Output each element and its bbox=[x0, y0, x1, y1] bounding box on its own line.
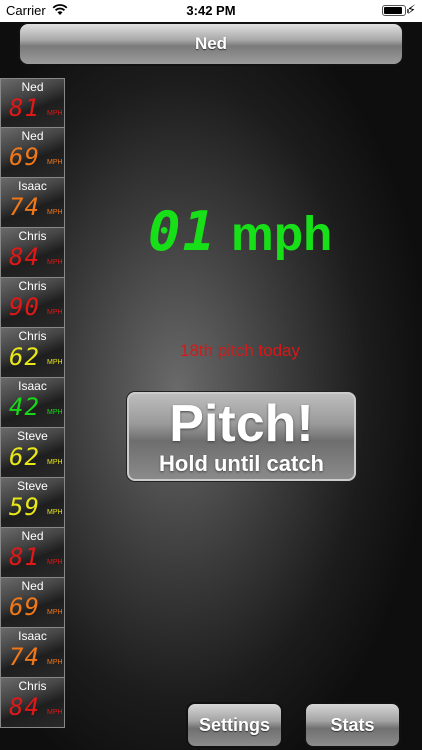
speed-value: 01 bbox=[148, 200, 218, 263]
history-item-unit: MPH bbox=[47, 659, 63, 666]
history-item-name: Ned bbox=[21, 129, 44, 143]
pitch-button-label: Pitch! bbox=[169, 395, 314, 453]
history-item-speed: 81 bbox=[9, 94, 40, 122]
history-item[interactable]: Chris 90 MPH bbox=[0, 278, 65, 328]
history-item-name: Chris bbox=[18, 279, 47, 293]
history-item[interactable]: Ned 69 MPH bbox=[0, 128, 65, 178]
pitch-button[interactable]: Pitch! Hold until catch bbox=[127, 392, 356, 481]
speed-readout: 01 mph bbox=[148, 200, 332, 270]
history-item-unit: MPH bbox=[47, 709, 63, 716]
history-item-unit: MPH bbox=[47, 459, 63, 466]
history-item-speed: 69 bbox=[9, 593, 40, 621]
history-item-unit: MPH bbox=[47, 209, 63, 216]
history-item[interactable]: Chris 62 MPH bbox=[0, 328, 65, 378]
history-item-name: Steve bbox=[17, 429, 48, 443]
history-item[interactable]: Isaac 74 MPH bbox=[0, 628, 65, 678]
history-item[interactable]: Ned 81 MPH bbox=[0, 78, 65, 128]
history-item-speed: 59 bbox=[9, 493, 40, 521]
charging-icon: ⚡ bbox=[406, 2, 416, 17]
history-item-name: Ned bbox=[21, 529, 44, 543]
history-item-unit: MPH bbox=[47, 409, 63, 416]
history-item[interactable]: Chris 84 MPH bbox=[0, 228, 65, 278]
settings-button[interactable]: Settings bbox=[186, 702, 283, 748]
history-item-unit: MPH bbox=[47, 559, 63, 566]
history-item-name: Ned bbox=[21, 80, 44, 94]
history-item-speed: 62 bbox=[9, 443, 40, 471]
history-item-name: Isaac bbox=[18, 379, 47, 393]
history-item-unit: MPH bbox=[47, 309, 63, 316]
history-item-unit: MPH bbox=[47, 509, 63, 516]
pitch-history-list: Ned 81 MPH Ned 69 MPH Isaac 74 MPH Chris 84 MPH Chri… bbox=[0, 78, 65, 728]
battery-icon bbox=[382, 5, 409, 16]
history-item-name: Isaac bbox=[18, 629, 47, 643]
app-screen: Carrier 3:42 PM ⚡ Ned Ned 81 MPH Ned 69 MPH Is… bbox=[0, 0, 422, 750]
history-item[interactable]: Steve 62 MPH bbox=[0, 428, 65, 478]
history-item-speed: 74 bbox=[9, 193, 40, 221]
history-item[interactable]: Chris 84 MPH bbox=[0, 678, 65, 728]
history-item-speed: 84 bbox=[9, 243, 40, 271]
history-item-name: Chris bbox=[18, 329, 47, 343]
speed-unit: mph bbox=[231, 208, 333, 261]
history-item-speed: 90 bbox=[9, 293, 40, 321]
status-time: 3:42 PM bbox=[186, 3, 236, 18]
history-item-unit: MPH bbox=[47, 359, 63, 366]
history-item-speed: 42 bbox=[9, 393, 40, 421]
history-item-speed: 84 bbox=[9, 693, 40, 721]
pitch-button-sublabel: Hold until catch bbox=[159, 451, 324, 476]
history-item[interactable]: Ned 81 MPH bbox=[0, 528, 65, 578]
pitch-count-text: 18th pitch today bbox=[179, 341, 301, 360]
history-item-unit: MPH bbox=[47, 609, 63, 616]
stats-button[interactable]: Stats bbox=[304, 702, 401, 748]
history-item-speed: 81 bbox=[9, 543, 40, 571]
history-item-unit: MPH bbox=[47, 259, 63, 266]
history-item-speed: 69 bbox=[9, 143, 40, 171]
history-item[interactable]: Isaac 74 MPH bbox=[0, 178, 65, 228]
history-item-unit: MPH bbox=[47, 110, 63, 117]
history-item[interactable]: Steve 59 MPH bbox=[0, 478, 65, 528]
pitcher-select-button[interactable]: Ned bbox=[18, 22, 404, 66]
history-item-speed: 74 bbox=[9, 643, 40, 671]
history-item-name: Isaac bbox=[18, 179, 47, 193]
history-item-name: Chris bbox=[18, 229, 47, 243]
history-item-speed: 62 bbox=[9, 343, 40, 371]
status-bar: Carrier 3:42 PM ⚡ bbox=[0, 0, 422, 22]
history-item-unit: MPH bbox=[47, 159, 63, 166]
history-item[interactable]: Isaac 42 MPH bbox=[0, 378, 65, 428]
history-item-name: Ned bbox=[21, 579, 44, 593]
history-item-name: Chris bbox=[18, 679, 47, 693]
history-item[interactable]: Ned 69 MPH bbox=[0, 578, 65, 628]
history-item-name: Steve bbox=[17, 479, 48, 493]
